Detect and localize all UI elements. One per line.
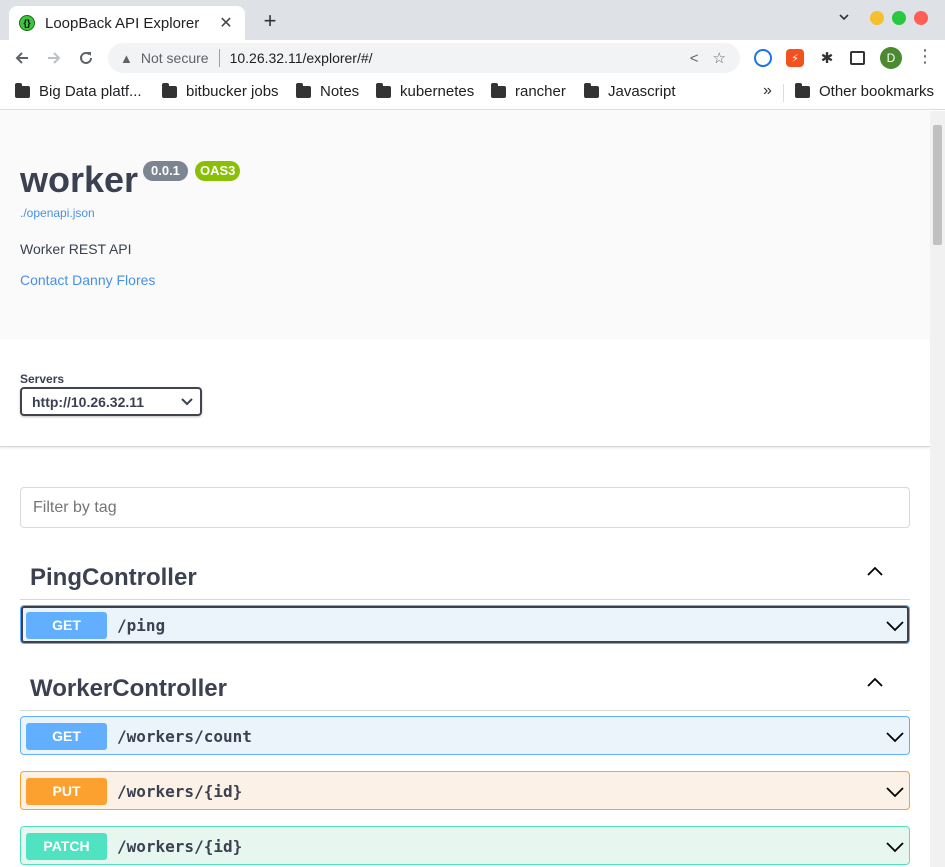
folder-icon bbox=[376, 82, 391, 98]
bookmark-big-data[interactable]: Big Data platf... bbox=[15, 82, 142, 100]
folder-icon bbox=[795, 82, 810, 98]
bookmarks-overflow-button[interactable]: » bbox=[763, 82, 772, 100]
folder-icon bbox=[15, 82, 30, 98]
bookmark-label: Javascript bbox=[608, 83, 676, 100]
chevron-down-icon[interactable] bbox=[885, 837, 905, 857]
tab-search-chevron-icon[interactable] bbox=[838, 10, 850, 26]
lightning-extension-icon[interactable]: ⚡ bbox=[786, 49, 804, 67]
method-badge: GET bbox=[26, 723, 107, 750]
tag-name: WorkerController bbox=[30, 675, 227, 702]
operation-path: /workers/{id} bbox=[117, 782, 243, 801]
maximize-button[interactable] bbox=[892, 11, 906, 25]
operation-get-workers-count[interactable]: GET /workers/count bbox=[20, 716, 910, 755]
bookmarks-bar: Big Data platf... bitbucker jobs Notes k… bbox=[0, 76, 945, 110]
method-badge: PATCH bbox=[26, 833, 107, 860]
tag-header-ping-controller[interactable]: PingController bbox=[20, 548, 910, 600]
warning-icon[interactable]: ▲ bbox=[120, 51, 133, 66]
menu-kebab-icon[interactable]: ⋮ bbox=[916, 46, 934, 67]
page-scrollbar[interactable] bbox=[930, 111, 945, 867]
speed-extension-icon[interactable] bbox=[754, 49, 772, 67]
servers-select[interactable]: http://10.26.32.11 bbox=[20, 387, 202, 416]
chevron-up-icon[interactable] bbox=[865, 672, 885, 692]
chevron-down-icon bbox=[174, 395, 200, 409]
method-badge: GET bbox=[26, 612, 107, 639]
api-description: Worker REST API bbox=[20, 241, 132, 257]
forward-arrow-icon[interactable] bbox=[42, 46, 66, 70]
bookmark-label: rancher bbox=[515, 83, 566, 100]
chevron-down-icon[interactable] bbox=[885, 616, 905, 636]
method-badge: PUT bbox=[26, 778, 107, 805]
bookmark-javascript[interactable]: Javascript bbox=[584, 82, 676, 100]
close-window-button[interactable] bbox=[914, 11, 928, 25]
operation-put-workers-id[interactable]: PUT /workers/{id} bbox=[20, 771, 910, 810]
tag-header-worker-controller[interactable]: WorkerController bbox=[20, 659, 910, 711]
address-bar[interactable]: ▲ Not secure 10.26.32.11/explorer/#/ < ☆ bbox=[108, 43, 740, 73]
minimize-button[interactable] bbox=[870, 11, 884, 25]
new-tab-button[interactable]: + bbox=[258, 8, 282, 34]
chevron-down-icon[interactable] bbox=[885, 782, 905, 802]
loopback-favicon-icon: {} bbox=[19, 15, 35, 31]
folder-icon bbox=[162, 82, 177, 98]
folder-icon bbox=[491, 82, 506, 98]
api-title: worker bbox=[20, 159, 139, 200]
openapi-spec-link[interactable]: ./openapi.json bbox=[20, 206, 95, 220]
tag-name: PingController bbox=[30, 564, 197, 591]
bookmark-bitbucker-jobs[interactable]: bitbucker jobs bbox=[162, 82, 279, 100]
bookmark-label: bitbucker jobs bbox=[186, 83, 279, 100]
folder-icon bbox=[296, 82, 311, 98]
tab-bar: {} LoopBack API Explorer ✕ + bbox=[0, 0, 945, 40]
reload-icon[interactable] bbox=[74, 46, 98, 70]
omnibox-divider bbox=[218, 49, 220, 67]
back-arrow-icon[interactable] bbox=[10, 46, 34, 70]
operation-patch-workers-id[interactable]: PATCH /workers/{id} bbox=[20, 826, 910, 865]
bookmark-label: Notes bbox=[320, 83, 360, 100]
browser-toolbar: ▲ Not secure 10.26.32.11/explorer/#/ < ☆… bbox=[0, 40, 945, 76]
tab-close-icon[interactable]: ✕ bbox=[217, 13, 235, 33]
servers-label: Servers bbox=[20, 372, 65, 386]
contact-link[interactable]: Contact Danny Flores bbox=[20, 272, 155, 288]
servers-section: Servers http://10.26.32.11 bbox=[0, 339, 930, 447]
side-panel-icon[interactable] bbox=[850, 51, 865, 65]
page-viewport: worker 0.0.1 OAS3 ./openapi.json Worker … bbox=[0, 111, 930, 867]
tab-title: LoopBack API Explorer bbox=[45, 14, 200, 32]
bookmark-kubernetes[interactable]: kubernetes bbox=[376, 82, 475, 100]
operation-path: /workers/count bbox=[117, 727, 252, 746]
filter-by-tag-input[interactable] bbox=[20, 487, 910, 528]
bookmark-label: kubernetes bbox=[400, 83, 475, 100]
scrollbar-thumb[interactable] bbox=[933, 125, 942, 245]
security-status[interactable]: Not secure bbox=[141, 50, 209, 66]
puzzle-extensions-icon[interactable]: ✱ bbox=[818, 49, 836, 67]
bookmarks-divider bbox=[783, 84, 784, 102]
share-icon[interactable]: < bbox=[690, 50, 699, 67]
api-info-section: worker 0.0.1 OAS3 ./openapi.json Worker … bbox=[0, 111, 930, 339]
chevron-up-icon[interactable] bbox=[865, 561, 885, 581]
folder-icon bbox=[584, 82, 599, 98]
version-badge: 0.0.1 bbox=[143, 161, 188, 181]
operation-get-ping[interactable]: GET /ping bbox=[20, 605, 910, 644]
bookmark-rancher[interactable]: rancher bbox=[491, 82, 566, 100]
browser-tab[interactable]: {} LoopBack API Explorer ✕ bbox=[9, 6, 245, 40]
chevron-down-icon[interactable] bbox=[885, 727, 905, 747]
bookmark-label: Big Data platf... bbox=[39, 83, 142, 100]
operation-path: /workers/{id} bbox=[117, 837, 243, 856]
bookmark-label: Other bookmarks bbox=[819, 83, 935, 100]
bookmark-notes[interactable]: Notes bbox=[296, 82, 360, 100]
other-bookmarks[interactable]: Other bookmarks bbox=[795, 82, 935, 100]
url-text[interactable]: 10.26.32.11/explorer/#/ bbox=[230, 50, 690, 66]
operation-path: /ping bbox=[117, 616, 166, 635]
oas-badge: OAS3 bbox=[195, 161, 241, 181]
servers-selected-value: http://10.26.32.11 bbox=[32, 393, 145, 410]
star-bookmark-icon[interactable]: ☆ bbox=[713, 49, 726, 67]
profile-avatar[interactable]: D bbox=[880, 47, 902, 69]
